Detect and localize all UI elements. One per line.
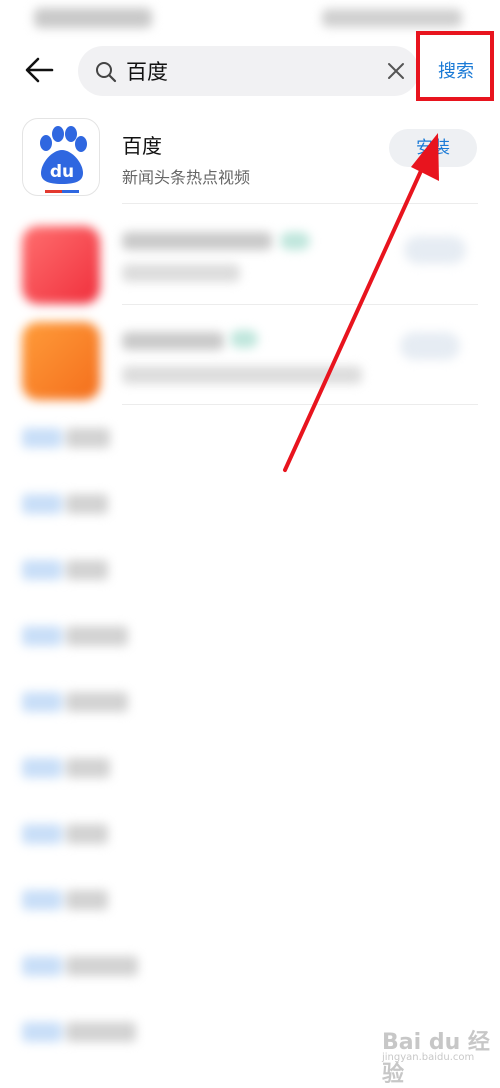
back-arrow-icon[interactable] [22, 52, 58, 88]
baidu-jingyan-watermark: Bai du 经验 jingyan.baidu.com [380, 1014, 492, 1087]
svg-text:du: du [50, 162, 74, 182]
status-left-blurred [34, 8, 152, 28]
result-row-baidu[interactable]: du 百度 新闻头条热点视频 安装 [0, 104, 500, 204]
suggestion-text-blurred [66, 560, 108, 580]
tag-blurred [22, 758, 62, 778]
divider [122, 404, 478, 405]
suggestion-row-blurred[interactable] [0, 934, 500, 1000]
app-desc-blurred [122, 264, 240, 282]
tag-blurred [22, 824, 62, 844]
suggestion-row-blurred[interactable] [0, 868, 500, 934]
suggestion-text-blurred [66, 428, 110, 448]
suggestion-text-blurred [66, 956, 138, 976]
app-desc-blurred [122, 366, 362, 384]
suggestion-text-blurred [66, 494, 108, 514]
verified-badge-blurred [280, 232, 310, 250]
suggestion-text-blurred [66, 626, 128, 646]
app-description: 新闻头条热点视频 [122, 168, 251, 187]
tag-blurred [22, 560, 62, 580]
install-button-blurred[interactable] [400, 332, 460, 360]
tag-blurred [22, 494, 62, 514]
suggestion-text-blurred [66, 758, 110, 778]
suggestion-text-blurred [66, 824, 108, 844]
annotation-highlight-box [416, 31, 494, 101]
suggestion-text-blurred [66, 890, 108, 910]
tag-blurred [22, 626, 62, 646]
search-field[interactable] [78, 46, 419, 96]
divider [122, 203, 478, 204]
search-input[interactable] [126, 54, 366, 88]
app-name-blurred [122, 232, 272, 250]
watermark-url: jingyan.baidu.com [382, 1052, 475, 1063]
suggestion-row-blurred[interactable] [0, 538, 500, 604]
baidu-app-icon: du [22, 118, 100, 196]
result-row-blurred[interactable] [0, 212, 500, 312]
verified-badge-blurred [230, 330, 258, 348]
app-icon-blurred [22, 322, 100, 400]
app-name-blurred [122, 332, 224, 350]
tag-blurred [22, 1022, 62, 1042]
tag-blurred [22, 692, 62, 712]
clear-icon[interactable] [385, 60, 407, 82]
suggestion-row-blurred[interactable] [0, 736, 500, 802]
result-row-blurred[interactable] [0, 308, 500, 408]
suggestion-row-blurred[interactable] [0, 472, 500, 538]
app-name: 百度 [122, 134, 162, 158]
suggestion-row-blurred[interactable] [0, 802, 500, 868]
divider [122, 304, 478, 305]
suggestion-row-blurred[interactable] [0, 670, 500, 736]
app-icon-blurred [22, 226, 100, 304]
suggestion-text-blurred [66, 692, 128, 712]
baidu-paw-logo: du [40, 126, 87, 193]
install-button[interactable]: 安装 [389, 129, 477, 167]
suggestion-row-blurred[interactable] [0, 406, 500, 472]
search-icon [96, 62, 117, 83]
tag-blurred [22, 890, 62, 910]
status-right-blurred [322, 9, 462, 27]
suggestion-row-blurred[interactable] [0, 604, 500, 670]
tag-blurred [22, 956, 62, 976]
tag-blurred [22, 428, 62, 448]
install-button-blurred[interactable] [404, 236, 466, 264]
suggestion-text-blurred [66, 1022, 136, 1042]
